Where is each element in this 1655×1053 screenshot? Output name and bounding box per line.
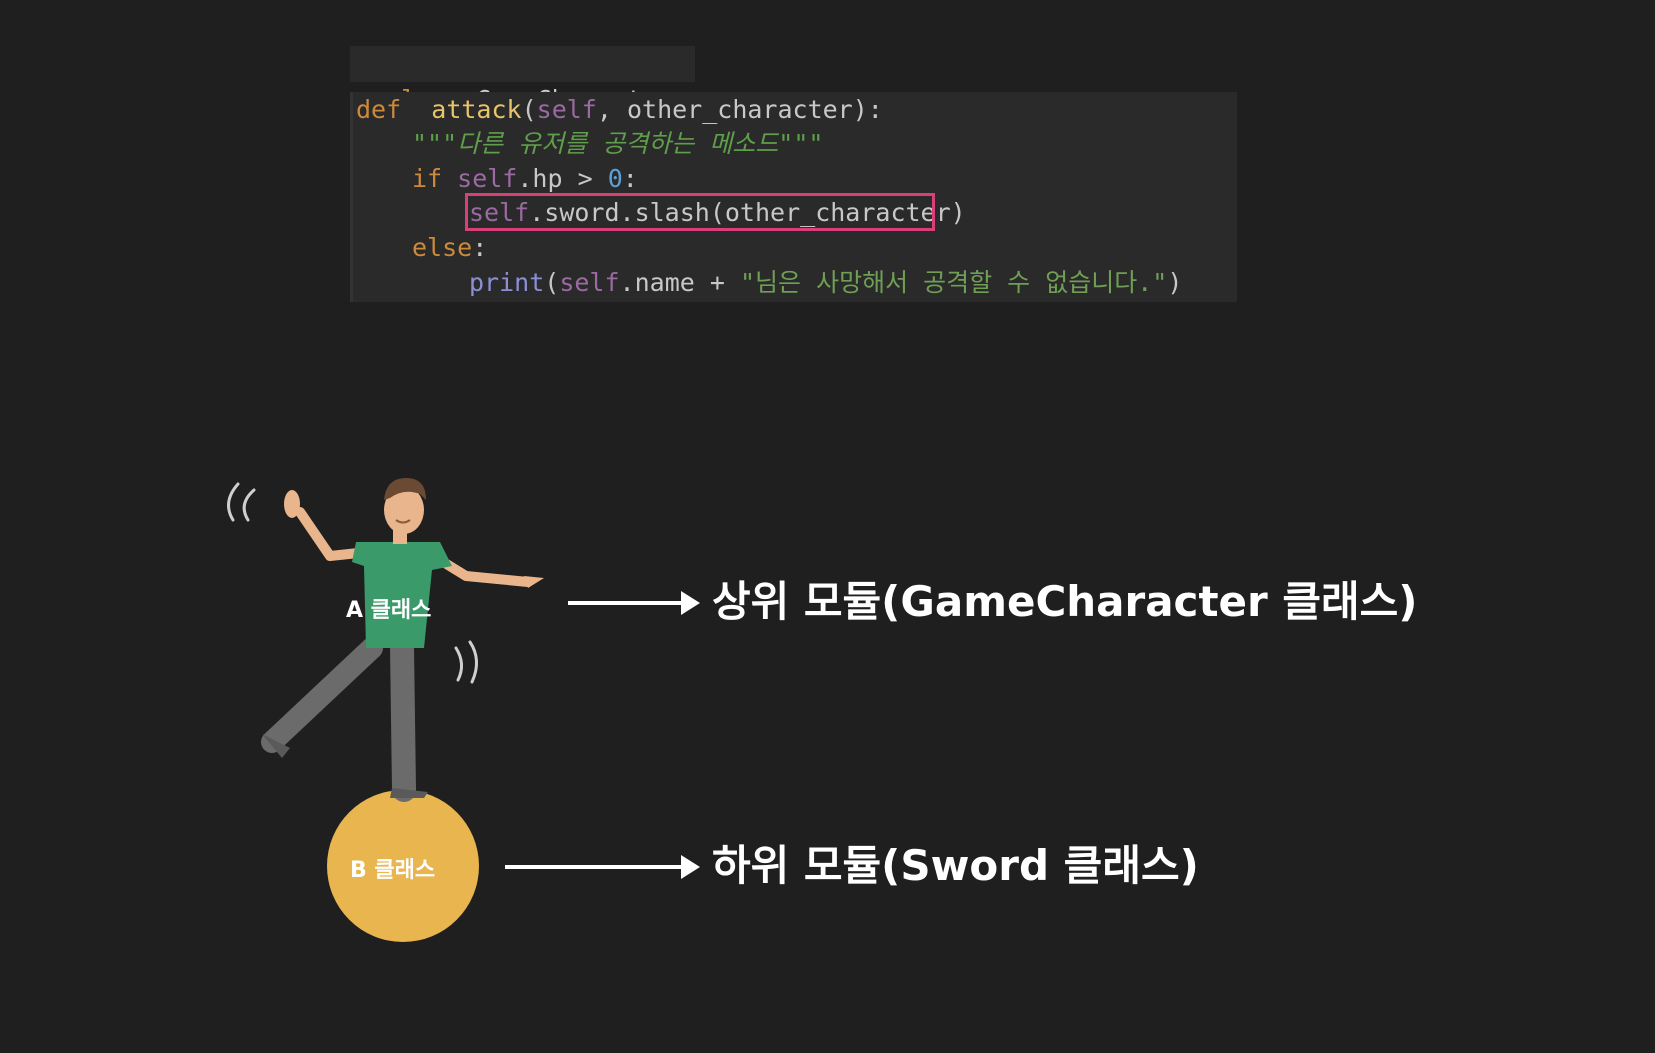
character-arm-right: [435, 555, 533, 587]
diagram-illustration: [227, 478, 700, 942]
ball-b-class-label: B 클래스: [350, 858, 436, 883]
upper-module-label: 상위 모듈(GameCharacter 클래스): [712, 577, 1418, 626]
character-hand-left: [284, 490, 300, 518]
arrow-lower-head: [681, 855, 700, 879]
motion-mark-left-2: [242, 488, 256, 522]
motion-mark-right-1: [454, 646, 463, 682]
motion-mark-left-1: [227, 482, 240, 522]
character-leg-raised: [261, 637, 383, 753]
arrow-upper-head: [681, 591, 700, 615]
character-leg-standing: [390, 634, 416, 802]
character-a-class-label: A 클래스: [346, 598, 432, 623]
motion-mark-right-2: [468, 640, 478, 684]
lower-module-label: 하위 모듈(Sword 클래스): [712, 841, 1199, 890]
